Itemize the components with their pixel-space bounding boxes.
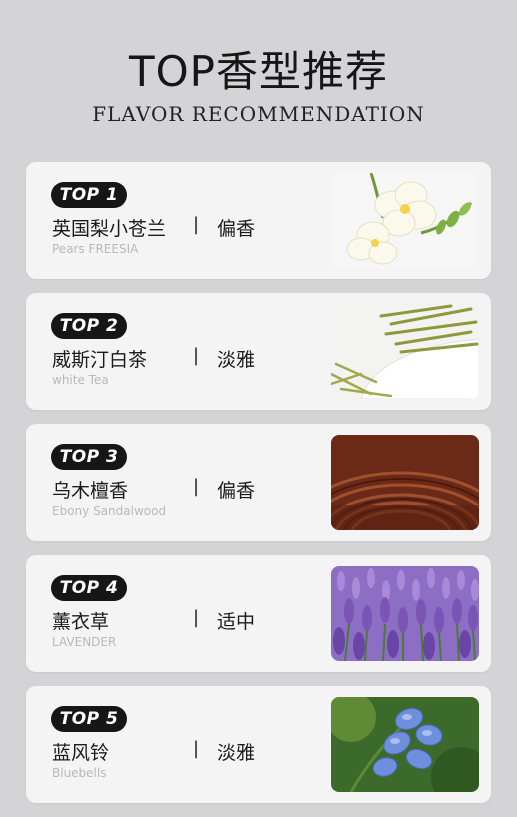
scent-english-name: white Tea [52, 373, 109, 387]
scent-english-name: Bluebells [52, 766, 107, 780]
rank-badge: TOP 5 [51, 706, 127, 732]
bluebell-flowers-image [331, 697, 479, 792]
scent-name: 蓝风铃 [52, 742, 110, 764]
separator: | [193, 476, 200, 497]
recommendation-card-4[interactable]: TOP 4 薰衣草 | 适中 LAVENDER [26, 555, 491, 672]
scent-english-name: Ebony Sandalwood [52, 504, 167, 518]
scent-name: 威斯汀白茶 [52, 349, 148, 371]
scent-style: 淡雅 [217, 349, 256, 371]
scent-name: 薰衣草 [52, 611, 110, 633]
recommendation-card-3[interactable]: TOP 3 乌木檀香 | 偏香 Ebony Sandalwood [26, 424, 491, 541]
wood-grain-image [331, 435, 479, 530]
separator: | [193, 214, 200, 235]
tea-leaves-image [331, 304, 479, 399]
page-title: TOP香型推荐 [128, 47, 389, 96]
recommendation-list: TOP 1 英国梨小苍兰 | 偏香 Pears FREESIA TOP 2 威斯… [26, 162, 491, 817]
scent-style: 偏香 [217, 218, 256, 240]
separator: | [193, 345, 200, 366]
scent-style: 淡雅 [217, 742, 256, 764]
recommendation-card-1[interactable]: TOP 1 英国梨小苍兰 | 偏香 Pears FREESIA [26, 162, 491, 279]
scent-style: 适中 [217, 611, 256, 633]
page-subtitle: FLAVOR RECOMMENDATION [92, 102, 425, 126]
recommendation-card-2[interactable]: TOP 2 威斯汀白茶 | 淡雅 white Tea [26, 293, 491, 410]
scent-name: 乌木檀香 [52, 480, 129, 502]
lavender-field-image [331, 566, 479, 661]
separator: | [193, 607, 200, 628]
rank-badge: TOP 2 [51, 313, 127, 339]
rank-badge: TOP 1 [51, 182, 127, 208]
scent-english-name: Pears FREESIA [52, 242, 139, 256]
freesia-flower-image [331, 173, 479, 268]
separator: | [193, 738, 200, 759]
page-header: TOP香型推荐 FLAVOR RECOMMENDATION [0, 0, 517, 150]
rank-badge: TOP 4 [51, 575, 127, 601]
rank-badge: TOP 3 [51, 444, 127, 470]
recommendation-card-5[interactable]: TOP 5 蓝风铃 | 淡雅 Bluebells [26, 686, 491, 803]
scent-english-name: LAVENDER [52, 635, 117, 649]
scent-name: 英国梨小苍兰 [52, 218, 167, 240]
scent-style: 偏香 [217, 480, 256, 502]
